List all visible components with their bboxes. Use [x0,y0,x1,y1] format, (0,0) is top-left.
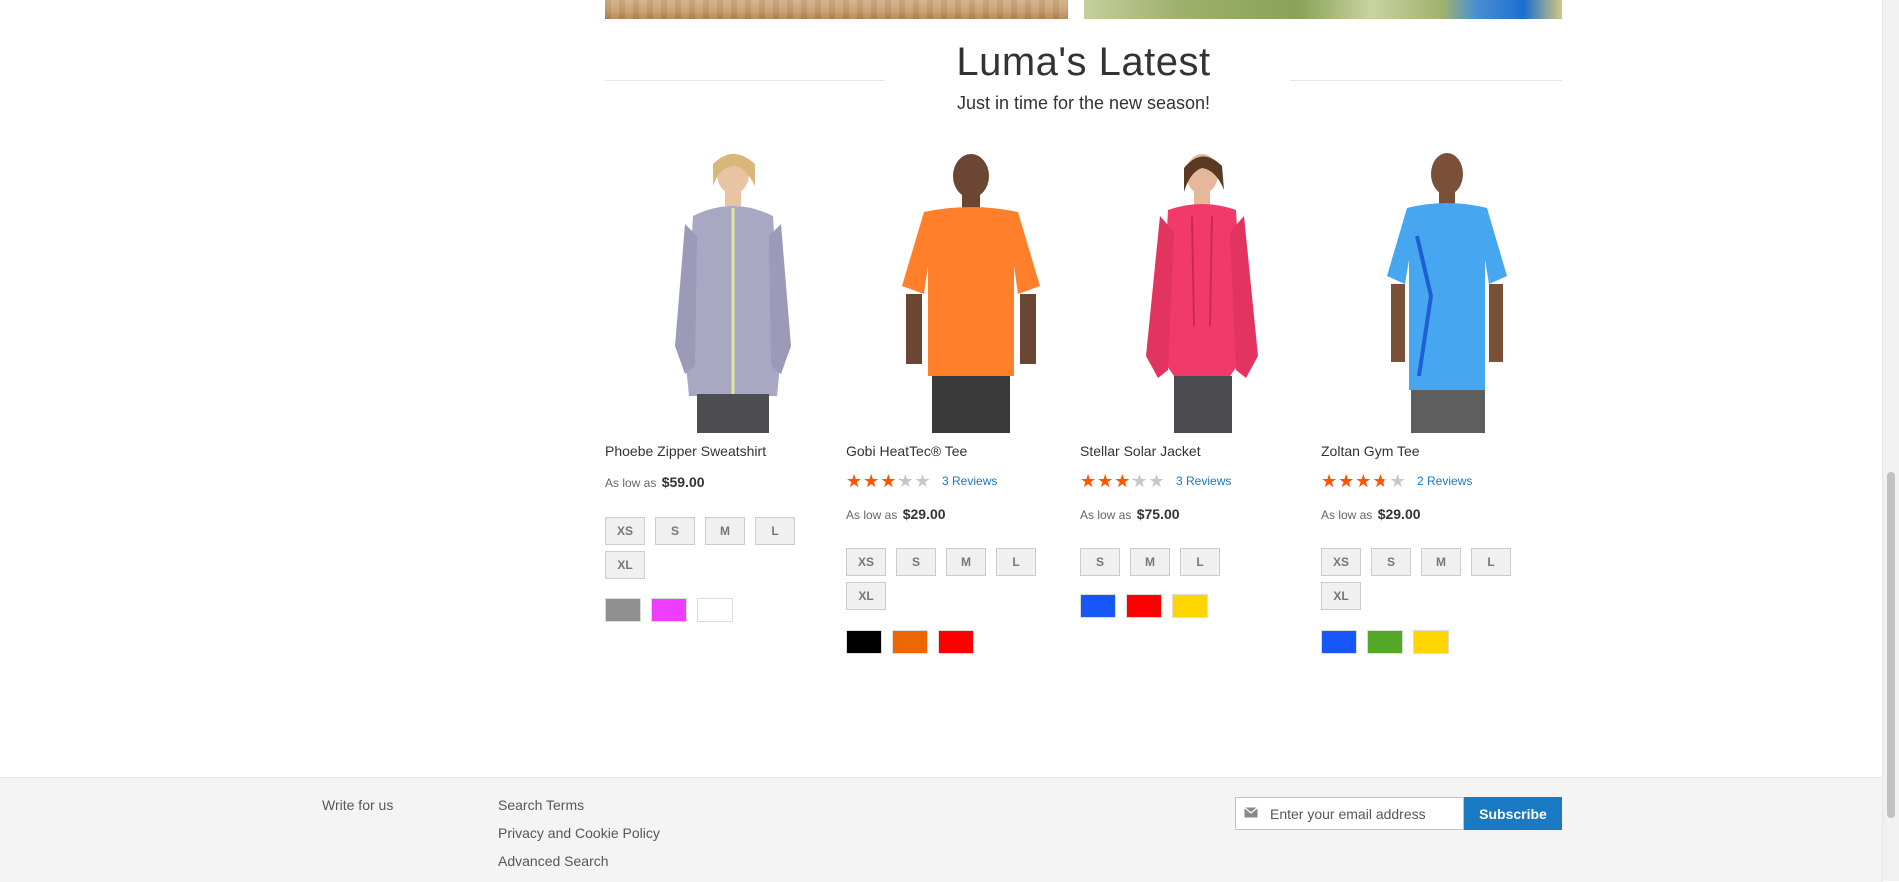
promo-banner-image-left[interactable] [605,0,1068,19]
color-swatch[interactable] [1126,594,1162,618]
footer-link-advanced-search[interactable]: Advanced Search [498,853,609,869]
color-swatch[interactable] [1172,594,1208,618]
envelope-icon [1244,807,1258,818]
price-prefix: As low as [605,476,657,490]
size-swatches: S M L [1080,548,1280,576]
size-swatch-xs[interactable]: XS [605,517,645,545]
size-swatch-s[interactable]: S [1371,548,1411,576]
section-subtitle: Just in time for the new season! [956,93,1211,113]
color-swatches [846,630,974,654]
color-swatch[interactable] [605,598,641,622]
product-price: As low as $75.00 [1080,506,1180,522]
size-swatch-s[interactable]: S [655,517,695,545]
footer-link-write-for-us[interactable]: Write for us [322,797,393,813]
page-footer [0,777,1883,882]
size-swatch-l[interactable]: L [1471,548,1511,576]
reviews-link[interactable]: 2 Reviews [1417,474,1472,488]
size-swatch-xs[interactable]: XS [1321,548,1361,576]
color-swatches [1321,630,1449,654]
color-swatch[interactable] [1413,630,1449,654]
size-swatch-m[interactable]: M [1130,548,1170,576]
scrollbar-thumb[interactable] [1887,472,1895,818]
size-swatches: XS S M L XL [846,548,1046,610]
rating-stars: ★★★★★ ★★★★★ [1321,471,1407,491]
product-rating: ★★★★★ ★★★★★ 3 Reviews [846,472,997,490]
page-scrollbar[interactable] [1882,0,1899,881]
size-swatch-xl[interactable]: XL [846,582,886,610]
color-swatch[interactable] [846,630,882,654]
price-prefix: As low as [1321,508,1373,522]
size-swatch-xl[interactable]: XL [605,551,645,579]
color-swatch[interactable] [1080,594,1116,618]
product-price: As low as $29.00 [846,506,946,522]
color-swatch[interactable] [938,630,974,654]
price-amount: $29.00 [1377,506,1421,522]
color-swatch[interactable] [1321,630,1357,654]
product-price: As low as $59.00 [605,474,705,490]
reviews-link[interactable]: 3 Reviews [942,474,997,488]
product-image[interactable] [605,146,830,433]
product-rating: ★★★★★ ★★★★★ 3 Reviews [1080,472,1231,490]
subscribe-button[interactable]: Subscribe [1464,797,1562,830]
product-name-link[interactable]: Stellar Solar Jacket [1080,443,1201,459]
color-swatch[interactable] [697,598,733,622]
product-name-link[interactable]: Phoebe Zipper Sweatshirt [605,443,766,459]
rating-stars: ★★★★★ ★★★★★ [846,471,932,491]
color-swatch[interactable] [892,630,928,654]
size-swatch-xs[interactable]: XS [846,548,886,576]
product-card: Gobi HeatTec® Tee ★★★★★ ★★★★★ 3 Reviews … [846,146,1071,654]
reviews-link[interactable]: 3 Reviews [1176,474,1231,488]
product-image[interactable] [1080,146,1305,433]
color-swatches [605,598,733,622]
size-swatch-l[interactable]: L [1180,548,1220,576]
newsletter-form [1235,797,1464,830]
product-image[interactable] [1321,146,1546,433]
color-swatch[interactable] [1367,630,1403,654]
price-amount: $59.00 [661,474,705,490]
product-rating: ★★★★★ ★★★★★ 2 Reviews [1321,472,1472,490]
size-swatch-s[interactable]: S [896,548,936,576]
section-title: Luma's Latest [956,40,1211,84]
product-card: Stellar Solar Jacket ★★★★★ ★★★★★ 3 Revie… [1080,146,1305,618]
price-prefix: As low as [1080,508,1132,522]
promo-banner-image-right[interactable] [1084,0,1562,19]
color-swatches [1080,594,1208,618]
product-name-link[interactable]: Gobi HeatTec® Tee [846,443,967,459]
price-amount: $75.00 [1136,506,1180,522]
price-amount: $29.00 [902,506,946,522]
size-swatch-xl[interactable]: XL [1321,582,1361,610]
product-card: Phoebe Zipper Sweatshirt As low as $59.0… [605,146,830,622]
product-name-link[interactable]: Zoltan Gym Tee [1321,443,1420,459]
price-prefix: As low as [846,508,898,522]
size-swatch-m[interactable]: M [1421,548,1461,576]
color-swatch[interactable] [651,598,687,622]
rating-stars: ★★★★★ ★★★★★ [1080,471,1166,491]
product-price: As low as $29.00 [1321,506,1421,522]
size-swatch-l[interactable]: L [996,548,1036,576]
footer-link-privacy-policy[interactable]: Privacy and Cookie Policy [498,825,660,841]
product-card: Zoltan Gym Tee ★★★★★ ★★★★★ 2 Reviews As … [1321,146,1546,654]
size-swatch-m[interactable]: M [946,548,986,576]
size-swatch-m[interactable]: M [705,517,745,545]
product-image[interactable] [846,146,1071,433]
size-swatches: XS S M L XL [605,517,805,579]
size-swatch-l[interactable]: L [755,517,795,545]
size-swatch-s[interactable]: S [1080,548,1120,576]
newsletter-email-input[interactable] [1270,802,1460,826]
footer-link-search-terms[interactable]: Search Terms [498,797,584,813]
size-swatches: XS S M L XL [1321,548,1521,610]
